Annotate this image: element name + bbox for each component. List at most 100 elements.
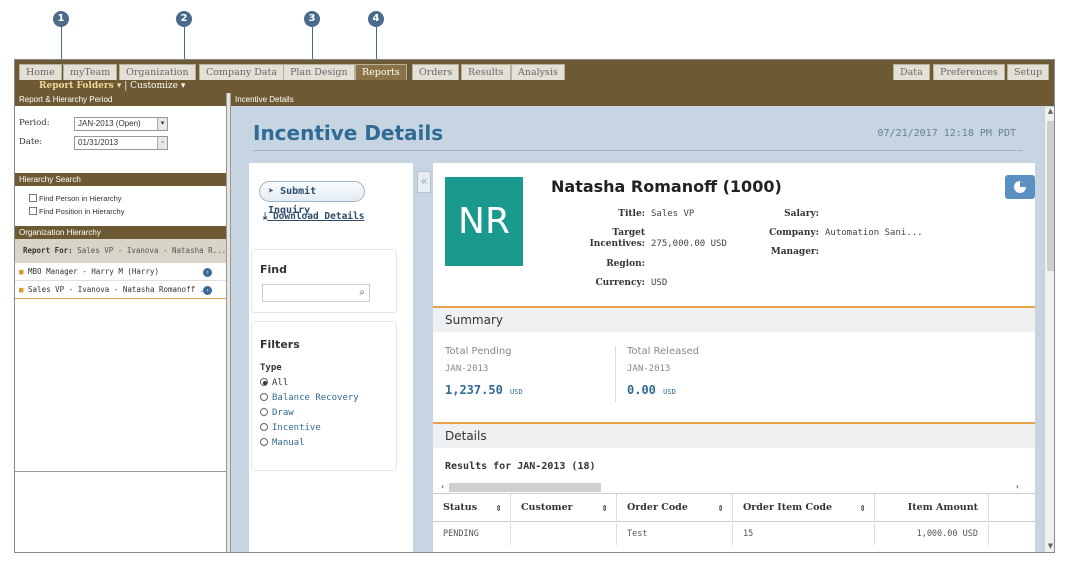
cell-status: PENDING — [433, 523, 511, 545]
tab-preferences[interactable]: Preferences — [933, 64, 1005, 80]
date-label: Date: — [19, 137, 43, 147]
scroll-left-icon[interactable]: ‹ — [441, 482, 444, 491]
region-label: Region: — [606, 259, 645, 269]
cell-order-item-code: 15 — [733, 523, 875, 545]
search-icon[interactable]: ⌕ — [359, 287, 365, 298]
main-tab-bar: Home myTeam Organization Company Data Pl… — [15, 60, 1054, 80]
customize-menu[interactable]: Customize ▾ — [130, 81, 185, 91]
find-person-item[interactable]: Find Person in Hierarchy — [29, 194, 122, 203]
details-content: NR Natasha Romanoff (1000) Title: Sales … — [433, 163, 1035, 552]
hierarchy-item[interactable]: ■ MBO Manager - Harry M (Harry) › — [15, 263, 226, 281]
find-position-item[interactable]: Find Position in Hierarchy — [29, 207, 124, 216]
vertical-scrollbar[interactable]: ▲ ▼ — [1044, 107, 1054, 552]
callout-4: 4 — [368, 11, 384, 27]
org-hierarchy-header: Organization Hierarchy — [15, 226, 226, 239]
column-header-customer[interactable]: Customer ⇕ — [511, 494, 617, 522]
filter-option-balance-recovery[interactable]: Balance Recovery — [260, 393, 388, 403]
tab-orders[interactable]: Orders — [412, 64, 460, 80]
period-section-header: Report & Hierarchy Period — [15, 93, 226, 106]
callout-3: 3 — [304, 11, 320, 27]
table-header-row: Status ⇕ Customer ⇕ Order Code ⇕ Order Item… — [433, 494, 1035, 522]
download-details-link[interactable]: ⤓ Download Details — [263, 211, 364, 222]
horizontal-scroll-thumb[interactable] — [449, 483, 601, 492]
title-label: Title: — [618, 209, 645, 219]
submit-inquiry-button[interactable]: ➤ Submit Inquiry — [259, 181, 365, 216]
horizontal-scrollbar[interactable]: ‹ › — [441, 481, 1019, 493]
hierarchy-search-section: Find Person in Hierarchy Find Position i… — [15, 186, 226, 226]
pane-header: Incentive Details — [231, 93, 1054, 106]
filter-option-draw[interactable]: Draw — [260, 408, 388, 418]
cell-order-code: Test — [617, 523, 733, 545]
scroll-up-icon[interactable]: ▲ — [1045, 107, 1054, 119]
scroll-thumb[interactable] — [1047, 121, 1054, 271]
arrow-right-circle-icon[interactable]: › — [203, 286, 212, 295]
radio-selected-icon[interactable] — [260, 378, 268, 386]
find-input[interactable]: ⌕ — [262, 284, 370, 302]
hierarchy-item[interactable]: ■ Sales VP - Ivanova - Natasha Romanoff … — [15, 281, 226, 299]
released-amount: 0.00 USD — [627, 383, 676, 397]
tab-reports[interactable]: Reports — [355, 64, 407, 80]
results-text: Results for JAN-2013 (18) — [445, 461, 596, 472]
collapse-panel-button[interactable]: « — [417, 171, 431, 193]
scroll-right-icon[interactable]: › — [1016, 482, 1019, 491]
report-folders-menu[interactable]: Report Folders ▾ — [39, 81, 121, 91]
download-icon: ⤓ — [263, 211, 268, 222]
callout-2: 2 — [176, 11, 192, 27]
type-label: Type — [260, 363, 282, 373]
period-label: Period: — [19, 118, 50, 128]
filters-title: Filters — [260, 338, 300, 351]
pending-amount: 1,237.50 USD — [445, 383, 523, 397]
hierarchy-search-header: Hierarchy Search — [15, 173, 226, 186]
search-doc-icon — [29, 207, 37, 215]
target-label: Target Incentives: — [589, 228, 645, 249]
tab-company-data[interactable]: Company Data — [199, 64, 285, 80]
sort-icon[interactable]: ⇕ — [717, 494, 724, 522]
cell-customer — [511, 523, 617, 545]
find-title: Find — [260, 263, 287, 276]
pending-period: JAN-2013 — [445, 364, 489, 374]
calendar-icon[interactable]: ▫ — [157, 137, 167, 149]
left-panel-bottom-rule — [15, 471, 227, 472]
people-icon: ■ — [19, 267, 24, 276]
radio-icon[interactable] — [260, 408, 268, 416]
date-field[interactable]: 01/31/2013 ▫ — [74, 136, 168, 150]
sort-icon[interactable]: ⇕ — [859, 494, 866, 522]
details-header: Details — [433, 422, 1035, 448]
tab-data[interactable]: Data — [893, 64, 930, 80]
tab-setup[interactable]: Setup — [1007, 64, 1050, 80]
table-row[interactable]: PENDING Test 15 1,000.00 USD — [433, 523, 1035, 545]
people-icon: ■ — [19, 285, 24, 294]
sort-icon[interactable]: ⇕ — [601, 494, 608, 522]
radio-icon[interactable] — [260, 393, 268, 401]
filter-option-manual[interactable]: Manual — [260, 438, 388, 448]
tab-analysis[interactable]: Analysis — [511, 64, 565, 80]
sort-icon[interactable]: ⇕ — [495, 494, 502, 522]
released-period: JAN-2013 — [627, 364, 671, 374]
column-header-order-item-code[interactable]: Order Item Code ⇕ — [733, 494, 875, 522]
filter-option-incentive[interactable]: Incentive — [260, 423, 388, 433]
salary-label: Salary: — [784, 209, 819, 219]
arrow-right-circle-icon[interactable]: › — [203, 268, 212, 277]
page-title: Incentive Details — [253, 121, 444, 145]
filter-option-all[interactable]: All — [260, 378, 388, 388]
tab-home[interactable]: Home — [19, 64, 62, 80]
tab-organization[interactable]: Organization — [119, 64, 196, 80]
app-window: Home myTeam Organization Company Data Pl… — [14, 59, 1055, 553]
column-header-order-code[interactable]: Order Code ⇕ — [617, 494, 733, 522]
radio-icon[interactable] — [260, 423, 268, 431]
period-select[interactable]: JAN-2013 (Open) ▾ — [74, 117, 168, 131]
filter-panel: ➤ Submit Inquiry ⤓ Download Details Find… — [249, 163, 413, 552]
scroll-down-icon[interactable]: ▼ — [1045, 542, 1054, 552]
column-header-status[interactable]: Status ⇕ — [433, 494, 511, 522]
tab-plan-design[interactable]: Plan Design — [283, 64, 355, 80]
left-panel: Report & Hierarchy Period Period: JAN-20… — [15, 93, 227, 552]
avatar: NR — [445, 177, 523, 266]
pie-chart-button[interactable] — [1005, 175, 1035, 199]
column-header-item-amount[interactable]: Item Amount — [875, 494, 989, 522]
tab-myteam[interactable]: myTeam — [63, 64, 118, 80]
company-label: Company: — [769, 228, 819, 238]
tab-results[interactable]: Results — [461, 64, 511, 80]
radio-icon[interactable] — [260, 438, 268, 446]
sub-nav: Report Folders ▾ | Customize ▾ — [15, 80, 1054, 93]
person-name: Natasha Romanoff (1000) — [551, 177, 782, 196]
